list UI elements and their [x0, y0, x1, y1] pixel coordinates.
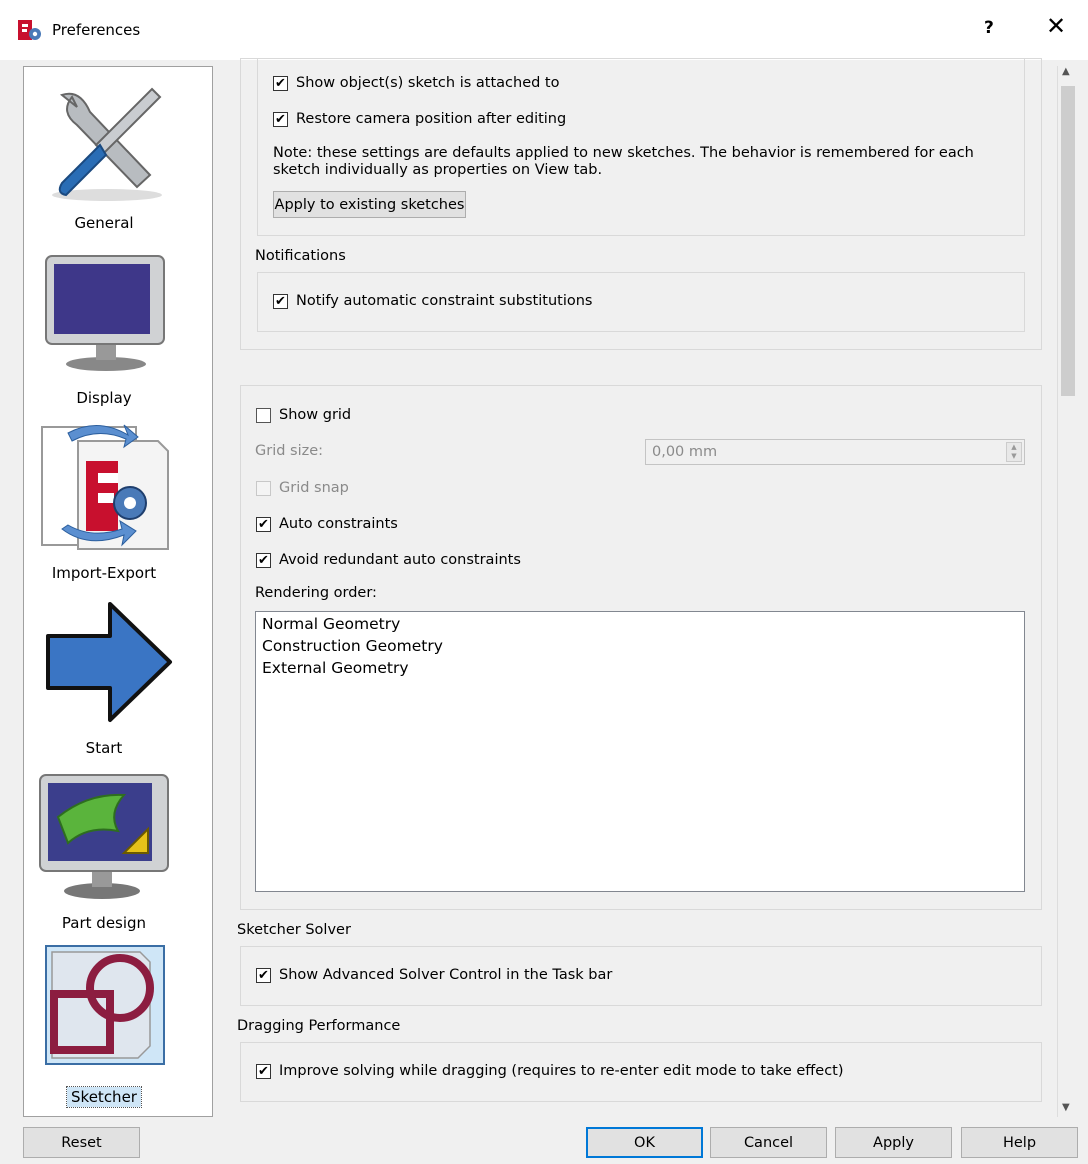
cancel-button[interactable]: Cancel [710, 1127, 827, 1158]
auto-constraints-checkbox[interactable]: ✔ [256, 516, 271, 532]
dragging-performance-title: Dragging Performance [237, 1018, 401, 1034]
sidebar-item-part-design[interactable]: Part design [24, 767, 212, 942]
avoid-redundant-option[interactable]: ✔ Avoid redundant auto constraints [256, 552, 521, 568]
show-attached-label: Show object(s) sketch is attached to [296, 75, 560, 91]
improve-solving-checkbox[interactable]: ✔ [256, 1063, 271, 1079]
spin-arrows-icon[interactable]: ▲ ▼ [1006, 442, 1022, 462]
rendering-order-list[interactable]: Normal Geometry Construction Geometry Ex… [255, 611, 1025, 892]
close-icon[interactable]: ✕ [1046, 14, 1066, 38]
grid-snap-option[interactable]: Grid snap [256, 480, 349, 496]
sidebar-item-label: Sketcher [66, 1086, 142, 1108]
grid-size-label: Grid size: [255, 443, 324, 459]
advanced-solver-checkbox[interactable]: ✔ [256, 967, 271, 983]
rendering-order-label: Rendering order: [255, 585, 377, 601]
apply-existing-sketches-button[interactable]: Apply to existing sketches [273, 191, 466, 218]
monitor-icon [45, 255, 165, 371]
show-attached-checkbox[interactable]: ✔ [273, 75, 288, 91]
show-grid-label: Show grid [279, 407, 352, 423]
advanced-solver-label: Show Advanced Solver Control in the Task… [279, 967, 613, 983]
grid-size-input[interactable]: 0,00 mm ▲ ▼ [645, 439, 1025, 465]
import-export-icon [41, 424, 169, 550]
show-grid-option[interactable]: Show grid [256, 407, 351, 423]
sidebar-item-label: Part design [61, 914, 147, 932]
list-item[interactable]: Construction Geometry [262, 637, 443, 655]
sidebar-item-label: Start [85, 739, 123, 757]
show-attached-option[interactable]: ✔ Show object(s) sketch is attached to [273, 75, 560, 91]
scroll-thumb[interactable] [1061, 86, 1075, 396]
show-grid-checkbox[interactable] [256, 407, 271, 423]
arrow-right-icon [46, 602, 172, 722]
sketcher-solver-title: Sketcher Solver [237, 922, 351, 938]
notify-substitutions-label: Notify automatic constraint substitution… [296, 293, 593, 309]
help-title-button[interactable]: ? [984, 18, 994, 38]
sidebar-item-label: Display [76, 389, 132, 407]
freecad-prefs-icon [18, 20, 41, 40]
auto-constraints-option[interactable]: ✔ Auto constraints [256, 516, 398, 532]
list-item[interactable]: External Geometry [262, 659, 409, 677]
part-design-icon [39, 774, 169, 899]
sidebar-item-label: Import-Export [51, 564, 157, 582]
avoid-redundant-checkbox[interactable]: ✔ [256, 552, 271, 568]
list-item[interactable]: Normal Geometry [262, 615, 400, 633]
scroll-down-icon[interactable]: ▼ [1062, 1102, 1070, 1113]
preferences-sidebar: General Display Import-Export Start Part… [23, 66, 213, 1117]
grid-size-value: 0,00 mm [652, 444, 718, 460]
reset-button[interactable]: Reset [23, 1127, 140, 1158]
sidebar-item-label: General [74, 214, 134, 232]
sketch-defaults-note: Note: these settings are defaults applie… [273, 145, 974, 178]
grid-snap-label: Grid snap [279, 480, 349, 496]
title-bar: Preferences ? ✕ [0, 0, 1088, 60]
sidebar-item-sketcher[interactable]: Sketcher [24, 942, 212, 1116]
grid-snap-checkbox[interactable] [256, 480, 271, 496]
help-button[interactable]: Help [961, 1127, 1078, 1158]
sidebar-item-general[interactable]: General [24, 67, 212, 242]
restore-camera-checkbox[interactable]: ✔ [273, 111, 288, 127]
scroll-up-icon[interactable]: ▲ [1062, 66, 1070, 77]
sidebar-item-display[interactable]: Display [24, 242, 212, 417]
sketcher-icon [50, 951, 154, 1059]
advanced-solver-option[interactable]: ✔ Show Advanced Solver Control in the Ta… [256, 967, 612, 983]
sidebar-item-start[interactable]: Start [24, 592, 212, 767]
improve-solving-option[interactable]: ✔ Improve solving while dragging (requir… [256, 1063, 844, 1079]
ok-button[interactable]: OK [586, 1127, 703, 1158]
restore-camera-label: Restore camera position after editing [296, 111, 567, 127]
notifications-title: Notifications [255, 248, 346, 264]
auto-constraints-label: Auto constraints [279, 516, 398, 532]
avoid-redundant-label: Avoid redundant auto constraints [279, 552, 521, 568]
sidebar-item-import-export[interactable]: Import-Export [24, 417, 212, 592]
restore-camera-option[interactable]: ✔ Restore camera position after editing [273, 111, 566, 127]
notify-substitutions-option[interactable]: ✔ Notify automatic constraint substituti… [273, 293, 592, 309]
content-scrollbar[interactable]: ▲ ▼ [1057, 66, 1078, 1117]
apply-button[interactable]: Apply [835, 1127, 952, 1158]
tools-icon [52, 87, 162, 201]
notify-substitutions-checkbox[interactable]: ✔ [273, 293, 288, 309]
improve-solving-label: Improve solving while dragging (requires… [279, 1063, 844, 1079]
window-title: Preferences [52, 21, 141, 39]
